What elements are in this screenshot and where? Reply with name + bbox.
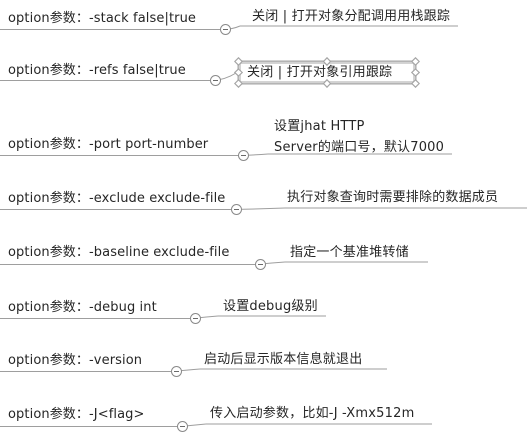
option-node-debug[interactable]: option参数：-debug int [8,300,157,316]
option-node-version[interactable]: option参数：-version [8,353,142,369]
collapse-toggle-icon[interactable] [177,421,188,432]
option-node-stack[interactable]: option参数：-stack false|true [8,11,196,27]
description-exclude[interactable]: 执行对象查询时需要排除的数据成员 [287,190,498,206]
description-stack[interactable]: 关闭 | 打开对象分配调用用栈跟踪 [252,9,450,25]
description-baseline[interactable]: 指定一个基准堆转储 [290,245,409,261]
description-port[interactable]: 设置jhat HTTP Server的端口号，默认7000 [274,116,444,158]
collapse-toggle-icon[interactable] [171,366,182,377]
description-refs[interactable]: 关闭 | 打开对象引用跟踪 [247,65,392,81]
description-version[interactable]: 启动后显示版本信息就退出 [204,352,362,368]
description-j-flag[interactable]: 传入启动参数，比如-J -Xmx512m [210,406,414,422]
collapse-toggle-icon[interactable] [255,259,266,270]
collapse-toggle-icon[interactable] [190,313,201,324]
collapse-toggle-icon[interactable] [238,150,249,161]
option-node-exclude[interactable]: option参数：-exclude exclude-file [8,191,225,207]
collapse-toggle-icon[interactable] [210,75,221,86]
option-node-refs[interactable]: option参数：-refs false|true [8,63,186,79]
description-debug[interactable]: 设置debug级别 [223,299,318,315]
option-node-port[interactable]: option参数：-port port-number [8,137,208,153]
option-node-baseline[interactable]: option参数：-baseline exclude-file [8,245,229,261]
collapse-toggle-icon[interactable] [231,204,242,215]
option-node-j-flag[interactable]: option参数：-J<flag> [8,407,145,423]
collapse-toggle-icon[interactable] [220,24,231,35]
